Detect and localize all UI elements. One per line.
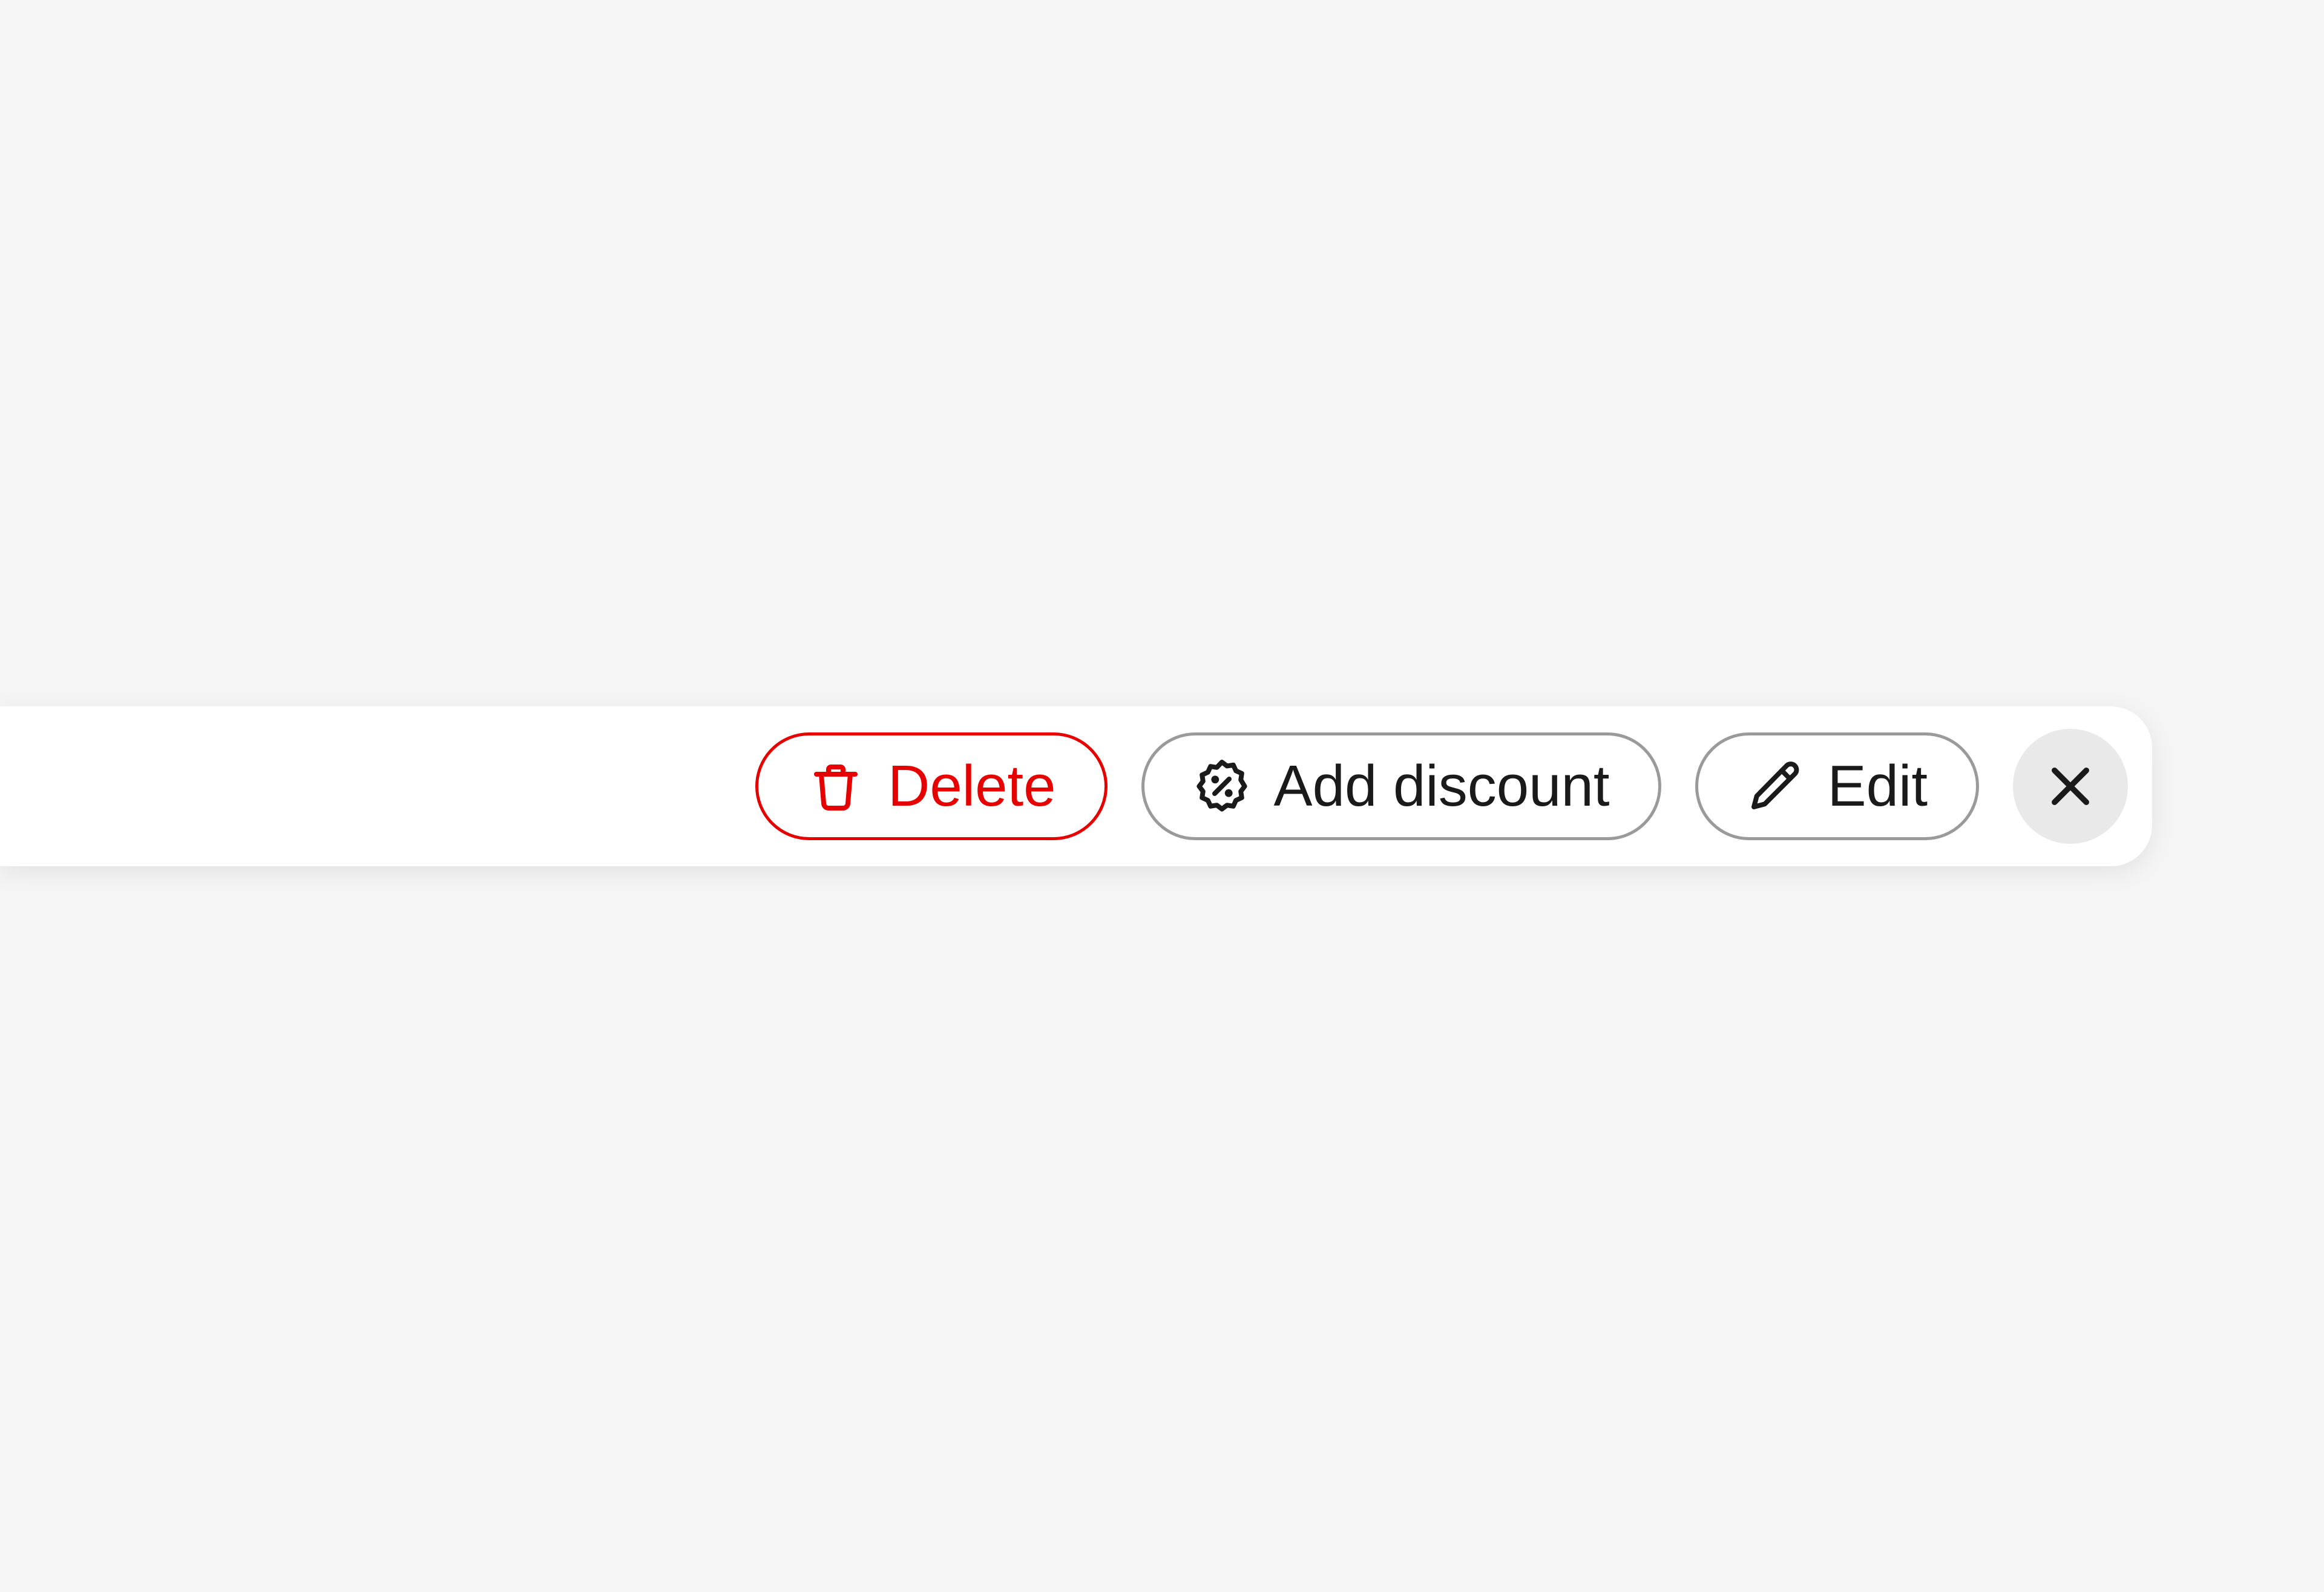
action-toolbar: Delete Add discount Edit (0, 706, 2152, 866)
delete-button[interactable]: Delete (755, 732, 1108, 840)
delete-button-label: Delete (888, 757, 1056, 815)
edit-button[interactable]: Edit (1695, 732, 1979, 840)
add-discount-button-label: Add discount (1274, 757, 1610, 815)
close-button[interactable] (2013, 729, 2128, 844)
pencil-icon (1747, 757, 1805, 815)
edit-button-label: Edit (1828, 757, 1928, 815)
discount-badge-icon (1193, 757, 1251, 815)
add-discount-button[interactable]: Add discount (1141, 732, 1661, 840)
trash-icon (807, 757, 865, 815)
close-icon (2043, 759, 2098, 814)
